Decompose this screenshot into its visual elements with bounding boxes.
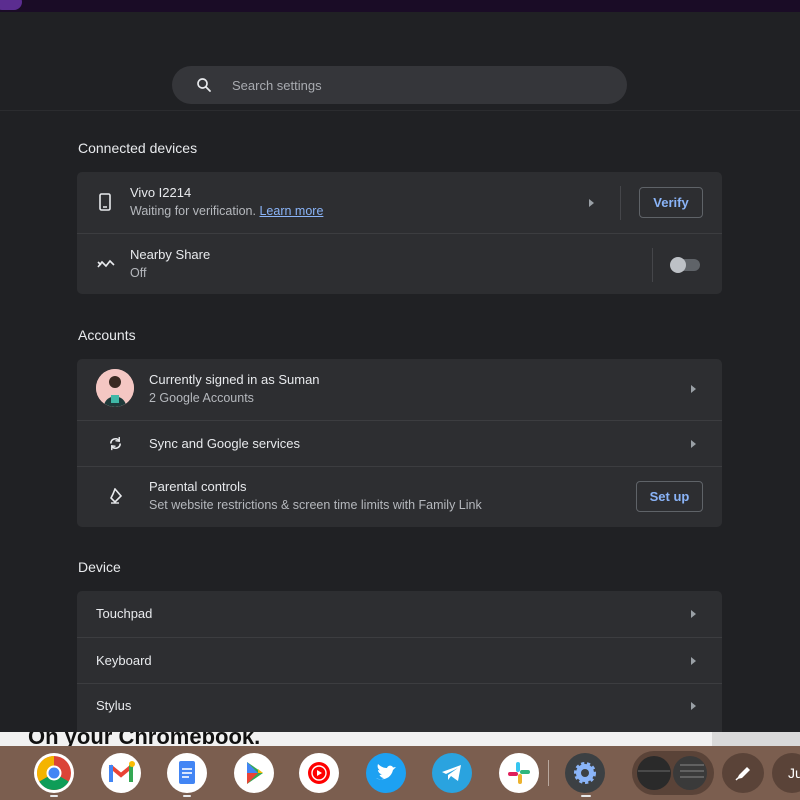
gmail-icon[interactable] bbox=[101, 753, 141, 793]
chevron-right-icon[interactable] bbox=[691, 385, 696, 393]
background-page-gray bbox=[712, 732, 800, 746]
touchpad-label: Touchpad bbox=[96, 606, 153, 621]
search-box[interactable] bbox=[172, 66, 627, 104]
verify-button[interactable]: Verify bbox=[639, 187, 703, 218]
avatar bbox=[96, 369, 134, 407]
slack-icon[interactable] bbox=[499, 753, 539, 793]
keyboard-label: Keyboard bbox=[96, 653, 152, 668]
chrome-icon[interactable] bbox=[34, 753, 74, 793]
parental-controls-label: Parental controls bbox=[149, 479, 247, 494]
tray-pill[interactable] bbox=[632, 751, 714, 795]
vertical-divider bbox=[620, 186, 621, 220]
settings-header bbox=[0, 12, 800, 111]
connected-devices-card: Vivo I2214 Waiting for verification. Lea… bbox=[77, 172, 722, 294]
phone-row[interactable]: Vivo I2214 Waiting for verification. Lea… bbox=[77, 172, 722, 233]
background-page-strip: On your Chromebook. bbox=[0, 732, 800, 746]
device-card: Touchpad Keyboard Stylus bbox=[77, 591, 722, 732]
phone-name: Vivo I2214 bbox=[130, 185, 192, 200]
nearby-share-icon bbox=[97, 259, 115, 268]
window-previews bbox=[637, 756, 707, 790]
sync-label: Sync and Google services bbox=[149, 436, 301, 451]
settings-main: Connected devices Vivo I2214 Waiting for… bbox=[0, 112, 800, 732]
nearby-share-status: Off bbox=[130, 266, 147, 280]
window-top-bar bbox=[0, 0, 800, 12]
status-area-text: Ju bbox=[788, 765, 800, 781]
youtube-music-icon[interactable] bbox=[299, 753, 339, 793]
docs-icon[interactable] bbox=[167, 753, 207, 793]
search-input[interactable] bbox=[232, 66, 612, 104]
nearby-share-toggle[interactable] bbox=[670, 257, 700, 273]
pen-icon bbox=[735, 767, 750, 781]
keyboard-row[interactable]: Keyboard bbox=[77, 637, 722, 683]
nearby-share-label: Nearby Share bbox=[130, 247, 211, 262]
play-store-icon[interactable] bbox=[234, 753, 274, 793]
shelf: Ju bbox=[0, 746, 800, 800]
section-title-connected-devices: Connected devices bbox=[78, 140, 198, 156]
shelf-divider bbox=[548, 760, 549, 786]
phone-icon bbox=[99, 193, 111, 211]
stylus-tools-button[interactable] bbox=[722, 753, 764, 793]
telegram-icon[interactable] bbox=[432, 753, 472, 793]
chevron-right-icon[interactable] bbox=[691, 702, 696, 710]
phone-status-text: Waiting for verification. bbox=[130, 204, 256, 218]
running-indicator bbox=[581, 795, 591, 797]
running-indicator bbox=[50, 795, 58, 797]
signed-in-label: Currently signed in as Suman bbox=[149, 372, 320, 387]
accounts-card: Currently signed in as Suman 2 Google Ac… bbox=[77, 359, 722, 527]
background-page-text: On your Chromebook. bbox=[28, 732, 261, 746]
avatar-image bbox=[96, 369, 134, 407]
signed-in-row[interactable]: Currently signed in as Suman 2 Google Ac… bbox=[77, 359, 722, 420]
chevron-right-icon[interactable] bbox=[691, 610, 696, 618]
section-title-accounts: Accounts bbox=[78, 327, 136, 343]
search-icon bbox=[197, 78, 211, 92]
sync-row[interactable]: Sync and Google services bbox=[77, 420, 722, 466]
learn-more-link[interactable]: Learn more bbox=[259, 204, 323, 218]
vertical-divider bbox=[652, 248, 653, 282]
window-corner-blob bbox=[0, 0, 22, 10]
running-indicator bbox=[183, 795, 191, 797]
nearby-share-row[interactable]: Nearby Share Off bbox=[77, 233, 722, 294]
phone-status: Waiting for verification. Learn more bbox=[130, 204, 323, 218]
parental-controls-icon bbox=[110, 488, 123, 504]
signed-in-sub: 2 Google Accounts bbox=[149, 391, 254, 405]
toggle-knob bbox=[670, 257, 686, 273]
stylus-row[interactable]: Stylus bbox=[77, 683, 722, 729]
status-area-button[interactable]: Ju bbox=[772, 753, 800, 793]
section-title-device: Device bbox=[78, 559, 121, 575]
stylus-label: Stylus bbox=[96, 698, 132, 713]
chevron-right-icon[interactable] bbox=[691, 657, 696, 665]
chevron-right-icon[interactable] bbox=[691, 440, 696, 448]
settings-icon[interactable] bbox=[565, 753, 605, 793]
sync-icon bbox=[110, 436, 121, 451]
parental-controls-sub: Set website restrictions & screen time l… bbox=[149, 498, 482, 512]
twitter-icon[interactable] bbox=[366, 753, 406, 793]
chevron-right-icon[interactable] bbox=[589, 199, 594, 207]
touchpad-row[interactable]: Touchpad bbox=[77, 591, 722, 637]
parental-controls-row[interactable]: Parental controls Set website restrictio… bbox=[77, 466, 722, 527]
setup-button[interactable]: Set up bbox=[636, 481, 703, 512]
